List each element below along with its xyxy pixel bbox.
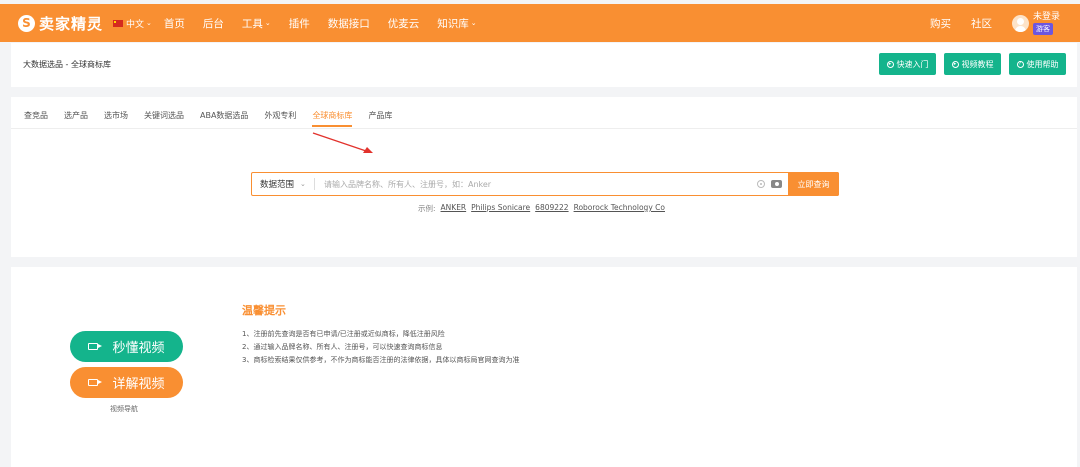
chevron-down-icon: ⌄ [264,19,271,27]
tab-competitor[interactable]: 查竞品 [24,110,48,127]
chevron-down-icon: ⌄ [300,180,306,188]
info-panel: 秒懂视频 详解视频 视频导航 温馨提示 1、注册前先查询是否有已申请/已注册或近… [11,267,1077,467]
tip-item: 2、通过输入品牌名称、所有人、注册号，可以快速查询商标信息 [242,343,443,351]
clear-icon[interactable] [757,180,765,188]
example-link[interactable]: ANKER [441,203,467,214]
tab-patent[interactable]: 外观专利 [264,110,296,127]
tips-list: 1、注册前先查询是否有已申请/已注册或近似商标，降低注册风险 2、通过输入品牌名… [242,328,519,367]
quick-video-button[interactable]: 秒懂视频 [70,331,183,362]
play-circle-icon: ▸ [951,60,959,68]
example-link[interactable]: Philips Sonicare [471,203,530,214]
tip-item: 3、商标检索结果仅供参考，不作为商标能否注册的法律依据，具体以商标局官网查询为准 [242,356,520,364]
examples-label: 示例: [418,204,436,213]
china-flag-icon [113,19,124,27]
question-circle-icon: ? [1016,60,1024,68]
search-panel: 查竞品 选产品 选市场 关键词选品 ABA数据选品 外观专利 全球商标库 产品库… [11,97,1077,257]
tab-bar: 查竞品 选产品 选市场 关键词选品 ABA数据选品 外观专利 全球商标库 产品库 [24,110,408,127]
language-selector[interactable]: 中文 ⌄ [113,17,152,30]
detail-video-button[interactable]: 详解视频 [70,367,183,398]
search-button[interactable]: 立即查询 [788,172,839,196]
logo-text: 卖家精灵 [39,14,104,33]
tab-trademark[interactable]: 全球商标库 [312,110,353,127]
tab-product-library[interactable]: 产品库 [368,110,392,127]
video-tutorial-button[interactable]: ▸ 视频教程 [944,53,1001,75]
top-nav-bar: S 卖家精灵 中文 ⌄ 首页 后台 工具 ⌄ 插件 数据接口 优麦云 知识库 ⌄ 购… [0,4,1080,42]
trademark-search-box: 数据范围 ⌄ 立即查询 [251,172,839,196]
nav-item-tools[interactable]: 工具 ⌄ [242,16,271,31]
nav-item-buy[interactable]: 购买 [930,16,951,31]
quick-start-button[interactable]: ▸ 快速入门 [879,53,936,75]
logo-icon: S [18,14,35,32]
nav-item-backend[interactable]: 后台 [203,16,224,31]
example-link[interactable]: 6809222 [535,203,568,214]
tab-divider [11,128,1077,129]
nav-item-data-api[interactable]: 数据接口 [328,16,370,31]
tab-market[interactable]: 选市场 [104,110,128,127]
nav-right: 购买 社区 未登录 游客 [930,12,1060,35]
nav-item-plugin[interactable]: 插件 [289,16,310,31]
data-scope-label: 数据范围 [260,180,295,190]
tab-aba[interactable]: ABA数据选品 [200,110,248,127]
camera-icon[interactable] [771,180,782,188]
user-name: 未登录 [1032,11,1060,22]
user-box[interactable]: 未登录 游客 [1032,11,1060,35]
example-link[interactable]: Roborock Technology Co [574,203,665,214]
avatar[interactable] [1011,14,1029,32]
video-camera-icon [88,343,103,350]
nav-item-home[interactable]: 首页 [164,16,185,31]
nav-item-community[interactable]: 社区 [971,16,992,31]
search-input[interactable] [315,179,757,189]
chevron-down-icon: ⌄ [146,19,152,27]
tab-product[interactable]: 选产品 [64,110,88,127]
video-camera-icon [88,379,103,386]
help-button[interactable]: ? 使用帮助 [1009,53,1066,75]
language-label: 中文 [126,19,145,30]
guest-badge: 游客 [1032,22,1053,35]
nav-item-youmaiyun[interactable]: 优麦云 [388,16,420,31]
nav-item-knowledge[interactable]: 知识库 ⌄ [437,16,476,31]
logo[interactable]: S 卖家精灵 [18,13,103,34]
breadcrumb: 大数据选品 - 全球商标库 [23,60,111,69]
video-nav-link[interactable]: 视频导航 [110,404,138,414]
search-examples: 示例: ANKER Philips Sonicare 6809222 Robor… [418,203,665,214]
annotation-arrow-icon [312,132,373,153]
tips-title: 温馨提示 [242,304,286,317]
main-nav: 首页 后台 工具 ⌄ 插件 数据接口 优麦云 知识库 ⌄ [164,16,495,31]
header-bar: 大数据选品 - 全球商标库 ▸ 快速入门 ▸ 视频教程 ? 使用帮助 [11,43,1077,87]
chevron-down-icon: ⌄ [470,19,477,27]
play-circle-icon: ▸ [886,60,894,68]
tab-keyword[interactable]: 关键词选品 [144,110,184,127]
data-scope-dropdown[interactable]: 数据范围 ⌄ [252,178,315,190]
tip-item: 1、注册前先查询是否有已申请/已注册或近似商标，降低注册风险 [242,330,445,338]
